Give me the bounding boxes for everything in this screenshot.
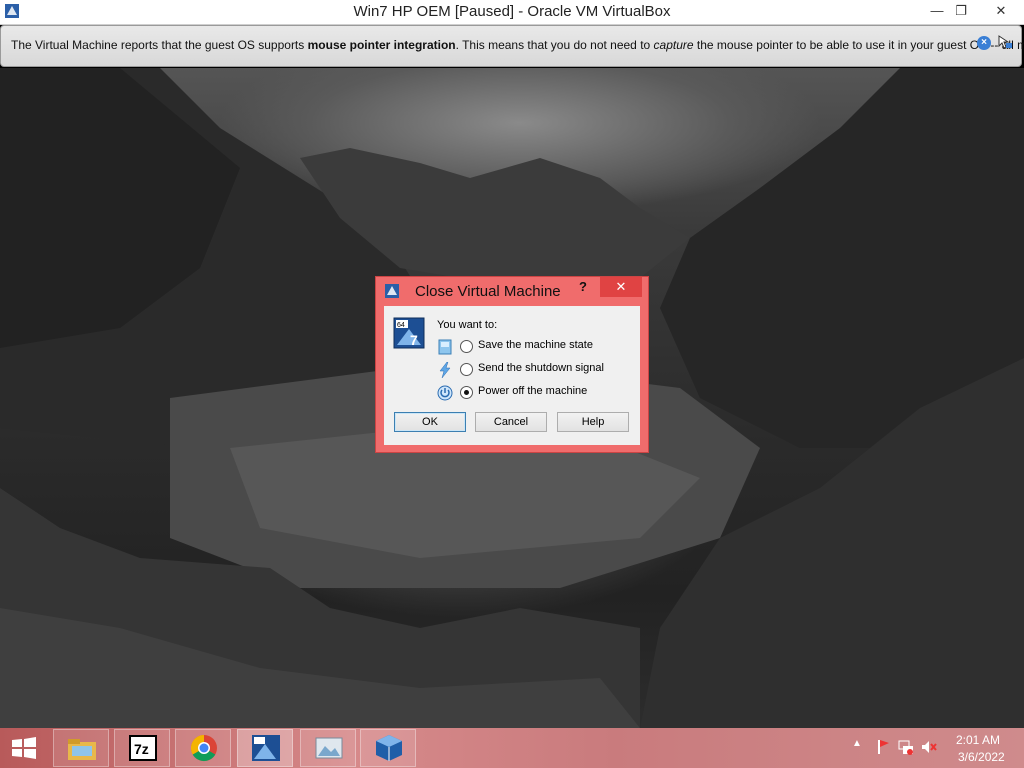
close-icon[interactable]: × bbox=[977, 36, 991, 50]
chrome-taskbar-button[interactable] bbox=[175, 729, 231, 767]
show-hidden-icons-icon[interactable]: ▲ bbox=[852, 738, 868, 756]
image-viewer-icon bbox=[315, 737, 343, 759]
chrome-icon bbox=[190, 734, 217, 762]
ok-button[interactable]: OK bbox=[394, 412, 466, 432]
help-button[interactable]: Help bbox=[557, 412, 629, 432]
taskbar: 7z ▲ bbox=[0, 728, 1024, 768]
save-state-icon bbox=[438, 339, 452, 355]
win7-64-vm-icon: 64 7 bbox=[393, 317, 425, 349]
image-viewer-taskbar-button[interactable] bbox=[300, 729, 356, 767]
clock-date[interactable]: 3/6/2022 bbox=[958, 750, 1005, 764]
save-state-label: Save the machine state bbox=[478, 339, 593, 351]
win7-vm-icon bbox=[252, 735, 280, 761]
mouse-integration-icon[interactable] bbox=[997, 34, 1013, 50]
shutdown-signal-label: Send the shutdown signal bbox=[478, 362, 604, 374]
network-icon[interactable] bbox=[898, 738, 914, 756]
window-title: Win7 HP OEM [Paused] - Oracle VM Virtual… bbox=[353, 3, 671, 20]
action-center-icon[interactable] bbox=[875, 738, 891, 756]
save-state-radio[interactable] bbox=[460, 340, 473, 353]
shutdown-signal-icon bbox=[439, 362, 451, 378]
volume-muted-icon[interactable] bbox=[921, 738, 937, 756]
help-question-button[interactable]: ? bbox=[579, 279, 587, 294]
close-window-button[interactable]: ✕ bbox=[984, 0, 1018, 22]
prompt-label: You want to: bbox=[437, 319, 498, 331]
power-off-label: Power off the machine bbox=[478, 385, 588, 397]
7zip-label: 7z bbox=[134, 741, 149, 757]
7zip-icon: 7z bbox=[129, 735, 157, 761]
svg-text:7: 7 bbox=[410, 332, 418, 348]
shutdown-signal-radio[interactable] bbox=[460, 363, 473, 376]
power-off-radio[interactable] bbox=[460, 386, 473, 399]
dialog-close-button[interactable]: ✕ bbox=[600, 277, 642, 297]
svg-text:64: 64 bbox=[397, 322, 405, 329]
virtualbox-icon bbox=[376, 735, 402, 761]
window-title-bar: Win7 HP OEM [Paused] - Oracle VM Virtual… bbox=[0, 0, 1024, 25]
start-icon[interactable] bbox=[8, 736, 40, 760]
7zip-taskbar-button[interactable]: 7z bbox=[114, 729, 170, 767]
cancel-button[interactable]: Cancel bbox=[475, 412, 547, 432]
clock-time[interactable]: 2:01 AM bbox=[956, 733, 1000, 747]
dialog-body: 64 7 You want to: Save the machine state… bbox=[384, 306, 640, 445]
power-off-icon bbox=[437, 385, 453, 401]
win7-vm-taskbar-button[interactable] bbox=[237, 729, 293, 767]
file-explorer-icon bbox=[68, 739, 96, 760]
notification-message: The Virtual Machine reports that the gue… bbox=[11, 38, 1024, 52]
restore-button[interactable]: ❐ bbox=[946, 0, 976, 22]
file-explorer-taskbar-button[interactable] bbox=[53, 729, 109, 767]
close-vm-dialog: Close Virtual Machine ? ✕ 64 7 You want … bbox=[375, 276, 649, 453]
virtualbox-dialog-icon bbox=[385, 284, 399, 298]
dialog-title: Close Virtual Machine bbox=[415, 283, 561, 300]
virtualbox-taskbar-button[interactable] bbox=[360, 729, 416, 767]
mouse-integration-notification: The Virtual Machine reports that the gue… bbox=[0, 25, 1024, 67]
